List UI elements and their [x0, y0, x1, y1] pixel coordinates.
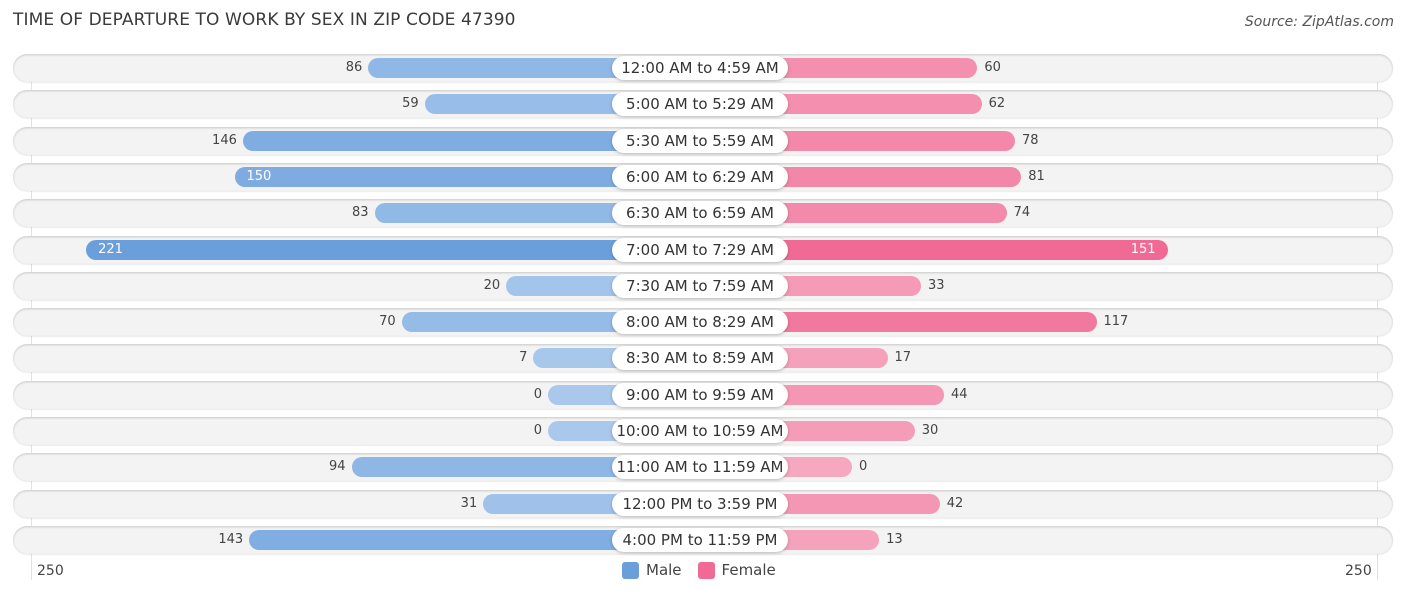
legend-swatch-male: [622, 561, 639, 579]
legend-swatch-female: [697, 561, 715, 579]
chart-root: TIME OF DEPARTURE TO WORK BY SEX IN ZIP …: [0, 0, 1406, 594]
male-value-label: 94: [329, 459, 346, 475]
male-value-label: 7: [519, 350, 528, 366]
male-value-label: 31: [460, 495, 478, 511]
category-label: 10:00 AM to 10:59 AM: [612, 419, 788, 443]
male-value-label: 0: [533, 386, 542, 402]
legend-label-female: Female: [721, 561, 776, 579]
female-value-label: 78: [1022, 132, 1039, 148]
female-value-label: 17: [894, 350, 912, 366]
female-value-label: 42: [946, 495, 964, 511]
category-label: 12:00 PM to 3:59 PM: [612, 491, 788, 516]
legend-label-male: Male: [646, 561, 682, 579]
source-label: Source: ZipAtlas.com: [1244, 14, 1394, 30]
female-value-label: 30: [921, 423, 939, 438]
female-value-label: 62: [988, 96, 1006, 112]
category-label: 12:00 AM to 4:59 AM: [612, 56, 788, 80]
male-value-label: 86: [345, 60, 363, 75]
male-value-label: 83: [351, 205, 369, 221]
legend-item-female[interactable]: Female: [697, 561, 776, 579]
female-value-label: 117: [1103, 314, 1129, 330]
legend-item-male[interactable]: Male: [622, 561, 682, 579]
category-label: 9:00 AM to 9:59 AM: [612, 382, 788, 407]
category-label: 6:00 AM to 6:29 AM: [612, 164, 788, 189]
male-value-label: 146: [212, 132, 237, 148]
female-value-label: 0: [859, 459, 868, 475]
female-value-label: 13: [886, 531, 903, 547]
male-bar[interactable]: [86, 239, 700, 260]
axis-label-left: 250: [37, 563, 64, 579]
male-value-label: 59: [402, 96, 419, 112]
legend: Male Female: [622, 561, 792, 579]
male-value-label: 143: [218, 531, 244, 547]
category-label: 8:30 AM to 8:59 AM: [612, 346, 788, 371]
category-label: 7:00 AM to 7:29 AM: [612, 237, 788, 262]
male-value-label: 150: [246, 168, 272, 184]
category-label: 11:00 AM to 11:59 AM: [612, 455, 788, 480]
female-value-label: 33: [927, 277, 945, 293]
category-label: 4:00 PM to 11:59 PM: [612, 527, 788, 552]
chart-title: TIME OF DEPARTURE TO WORK BY SEX IN ZIP …: [13, 10, 516, 30]
category-label: 7:30 AM to 7:59 AM: [612, 273, 788, 298]
male-value-label: 70: [379, 314, 396, 330]
female-value-label: 44: [950, 386, 968, 402]
category-label: 5:00 AM to 5:29 AM: [612, 92, 788, 117]
axis-label-right: 250: [1345, 563, 1372, 579]
female-value-label: 60: [984, 60, 1001, 75]
female-value-label: 81: [1028, 168, 1045, 184]
female-value-label: 74: [1013, 205, 1031, 221]
male-value-label: 221: [98, 241, 123, 257]
male-value-label: 0: [533, 423, 542, 438]
category-label: 5:30 AM to 5:59 AM: [612, 128, 788, 153]
female-value-label: 151: [1130, 241, 1156, 257]
male-value-label: 20: [483, 277, 501, 293]
category-label: 6:30 AM to 6:59 AM: [612, 201, 788, 226]
category-label: 8:00 AM to 8:29 AM: [612, 310, 788, 335]
